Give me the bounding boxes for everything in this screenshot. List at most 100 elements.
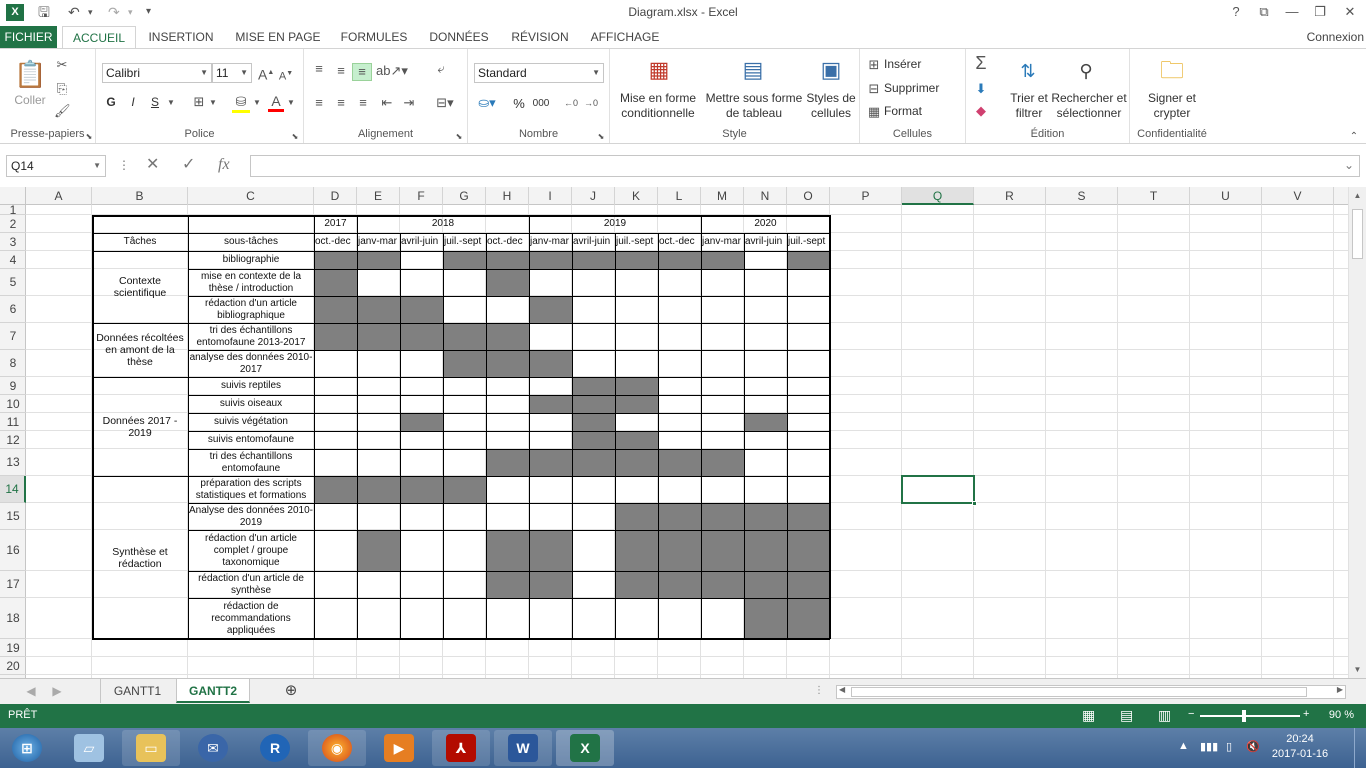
taskbar-acrobat[interactable]: ⅄ <box>432 730 490 766</box>
row-header-1[interactable]: 1 <box>0 204 26 216</box>
scroll-up-icon[interactable]: ▲ <box>1349 191 1366 200</box>
ribbon-display-icon[interactable]: ⧉ <box>1250 2 1278 22</box>
prev-sheet-icon[interactable]: ◀ <box>24 679 38 703</box>
cancel-icon[interactable]: ✕ <box>146 155 159 175</box>
cell-styles-button[interactable]: Styles de cellules <box>806 91 856 121</box>
increase-indent-icon[interactable]: ⇥ <box>400 95 418 111</box>
merge-center-icon[interactable]: ⊟▾ <box>432 95 458 111</box>
row-header-12[interactable]: 12 <box>0 431 26 449</box>
row-header-3[interactable]: 3 <box>0 233 26 251</box>
column-header-j[interactable]: J <box>572 187 615 205</box>
align-bottom-icon[interactable]: ≡ <box>352 63 372 81</box>
zoom-level[interactable]: 90 % <box>1329 709 1354 721</box>
number-launcher-icon[interactable]: ⬊ <box>596 129 606 145</box>
clipboard-launcher-icon[interactable]: ⬊ <box>84 129 94 145</box>
align-left-icon[interactable]: ≡ <box>310 95 328 111</box>
taskbar-firefox[interactable]: ◉ <box>308 730 366 766</box>
format-painter-icon[interactable]: 🖌 <box>54 103 71 119</box>
row-header-15[interactable]: 15 <box>0 503 26 530</box>
column-header-d[interactable]: D <box>314 187 357 205</box>
scroll-right-icon[interactable]: ▶ <box>1337 685 1343 694</box>
align-right-icon[interactable]: ≡ <box>354 95 372 111</box>
orientation-icon[interactable]: ab↗▾ <box>376 63 408 79</box>
taskbar-clock[interactable]: 20:24 2017-01-16 <box>1270 732 1330 762</box>
copy-icon[interactable]: ⎘ <box>54 81 70 97</box>
page-layout-icon[interactable]: ▤ <box>1120 707 1133 724</box>
column-header-i[interactable]: I <box>529 187 572 205</box>
format-as-table-button[interactable]: Mettre sous forme de tableau <box>704 91 804 121</box>
decrease-font-icon[interactable]: A▼ <box>278 66 294 85</box>
row-header-11[interactable]: 11 <box>0 413 26 431</box>
network-icon[interactable]: ▮▮▮ <box>1200 740 1218 753</box>
italic-button[interactable]: I <box>126 95 140 110</box>
column-header-c[interactable]: C <box>188 187 314 205</box>
zoom-slider-knob[interactable] <box>1242 710 1246 722</box>
column-header-r[interactable]: R <box>974 187 1046 205</box>
sort-filter-icon[interactable]: ⇅ <box>1014 57 1042 85</box>
row-header-8[interactable]: 8 <box>0 350 26 377</box>
insert-function-button[interactable]: fx <box>218 155 230 175</box>
row-header-9[interactable]: 9 <box>0 377 26 395</box>
vertical-scroll-thumb[interactable] <box>1352 209 1363 259</box>
collapse-ribbon-icon[interactable]: ⌃ <box>1348 129 1360 145</box>
row-header-18[interactable]: 18 <box>0 598 26 639</box>
add-sheet-icon[interactable]: ⊕ <box>282 679 300 703</box>
align-middle-icon[interactable]: ≡ <box>332 63 350 79</box>
taskbar-thunderbird[interactable]: ✉ <box>184 730 242 766</box>
currency-icon[interactable]: ⛀▾ <box>476 95 498 111</box>
find-select-button[interactable]: Rechercher et sélectionner <box>1050 91 1128 121</box>
tab-accueil[interactable]: ACCUEIL <box>62 26 136 50</box>
normal-view-icon[interactable]: ▦ <box>1082 707 1095 724</box>
row-header-7[interactable]: 7 <box>0 323 26 350</box>
column-header-n[interactable]: N <box>744 187 787 205</box>
vertical-scrollbar[interactable]: ▲ ▼ <box>1348 187 1366 678</box>
delete-cells-icon[interactable]: ⊟ <box>866 81 882 97</box>
worksheet-grid[interactable]: 2017 2018 2019 2020 oct.-dec janv-mar avril-ju… <box>26 205 1348 678</box>
tab-donnees[interactable]: DONNÉES <box>422 26 496 49</box>
volume-muted-icon[interactable]: 🔇 <box>1246 740 1260 753</box>
column-header-t[interactable]: T <box>1118 187 1190 205</box>
column-header-l[interactable]: L <box>658 187 701 205</box>
column-header-k[interactable]: K <box>615 187 658 205</box>
font-color-icon[interactable]: A <box>268 93 284 112</box>
expand-formula-icon[interactable]: ⌄ <box>1344 155 1354 175</box>
tab-insertion[interactable]: INSERTION <box>142 26 220 49</box>
horizontal-scroll-thumb[interactable] <box>851 687 1307 697</box>
font-name-select[interactable]: Calibri ▼ <box>102 63 212 83</box>
show-desktop-button[interactable] <box>1354 728 1366 768</box>
taskbar-excel[interactable]: X <box>556 730 614 766</box>
delete-button[interactable]: Supprimer <box>884 81 964 96</box>
taskbar-explorer[interactable]: ▭ <box>122 730 180 766</box>
row-header-4[interactable]: 4 <box>0 251 26 269</box>
column-header-h[interactable]: H <box>486 187 529 205</box>
clear-icon[interactable]: ◆ <box>972 103 990 119</box>
column-header-v[interactable]: V <box>1262 187 1334 205</box>
underline-button[interactable]: S <box>148 95 162 110</box>
borders-icon[interactable]: ⊞ <box>190 94 208 110</box>
percent-button[interactable]: % <box>512 96 526 111</box>
sheet-tab-gantt2[interactable]: GANTT2 <box>176 679 250 703</box>
row-header-10[interactable]: 10 <box>0 395 26 413</box>
insert-button[interactable]: Insérer <box>884 57 954 72</box>
taskbar-app-1[interactable]: ▱ <box>60 730 118 766</box>
column-header-p[interactable]: P <box>830 187 902 205</box>
sign-in-link[interactable]: Connexion <box>1307 26 1364 48</box>
close-button[interactable]: ✕ <box>1336 2 1364 22</box>
font-size-select[interactable]: 11 ▼ <box>212 63 252 83</box>
tab-mise-en-page[interactable]: MISE EN PAGE <box>226 26 330 49</box>
sign-encrypt-icon[interactable]: 🗀 <box>1156 55 1188 87</box>
column-header-u[interactable]: U <box>1190 187 1262 205</box>
increase-font-icon[interactable]: A▲ <box>258 65 274 83</box>
alignment-launcher-icon[interactable]: ⬊ <box>454 129 464 145</box>
decrease-indent-icon[interactable]: ⇤ <box>378 95 396 111</box>
wrap-text-icon[interactable]: ⤶ <box>432 61 450 77</box>
help-button[interactable]: ? <box>1222 2 1250 22</box>
insert-cells-icon[interactable]: ⊞ <box>866 57 882 73</box>
taskbar-word[interactable]: W <box>494 730 552 766</box>
column-header-a[interactable]: A <box>26 187 92 205</box>
row-header-19[interactable]: 19 <box>0 639 26 657</box>
column-header-m[interactable]: M <box>701 187 744 205</box>
column-header-o[interactable]: O <box>787 187 830 205</box>
next-sheet-icon[interactable]: ▶ <box>50 679 64 703</box>
bold-button[interactable]: G <box>104 95 118 110</box>
